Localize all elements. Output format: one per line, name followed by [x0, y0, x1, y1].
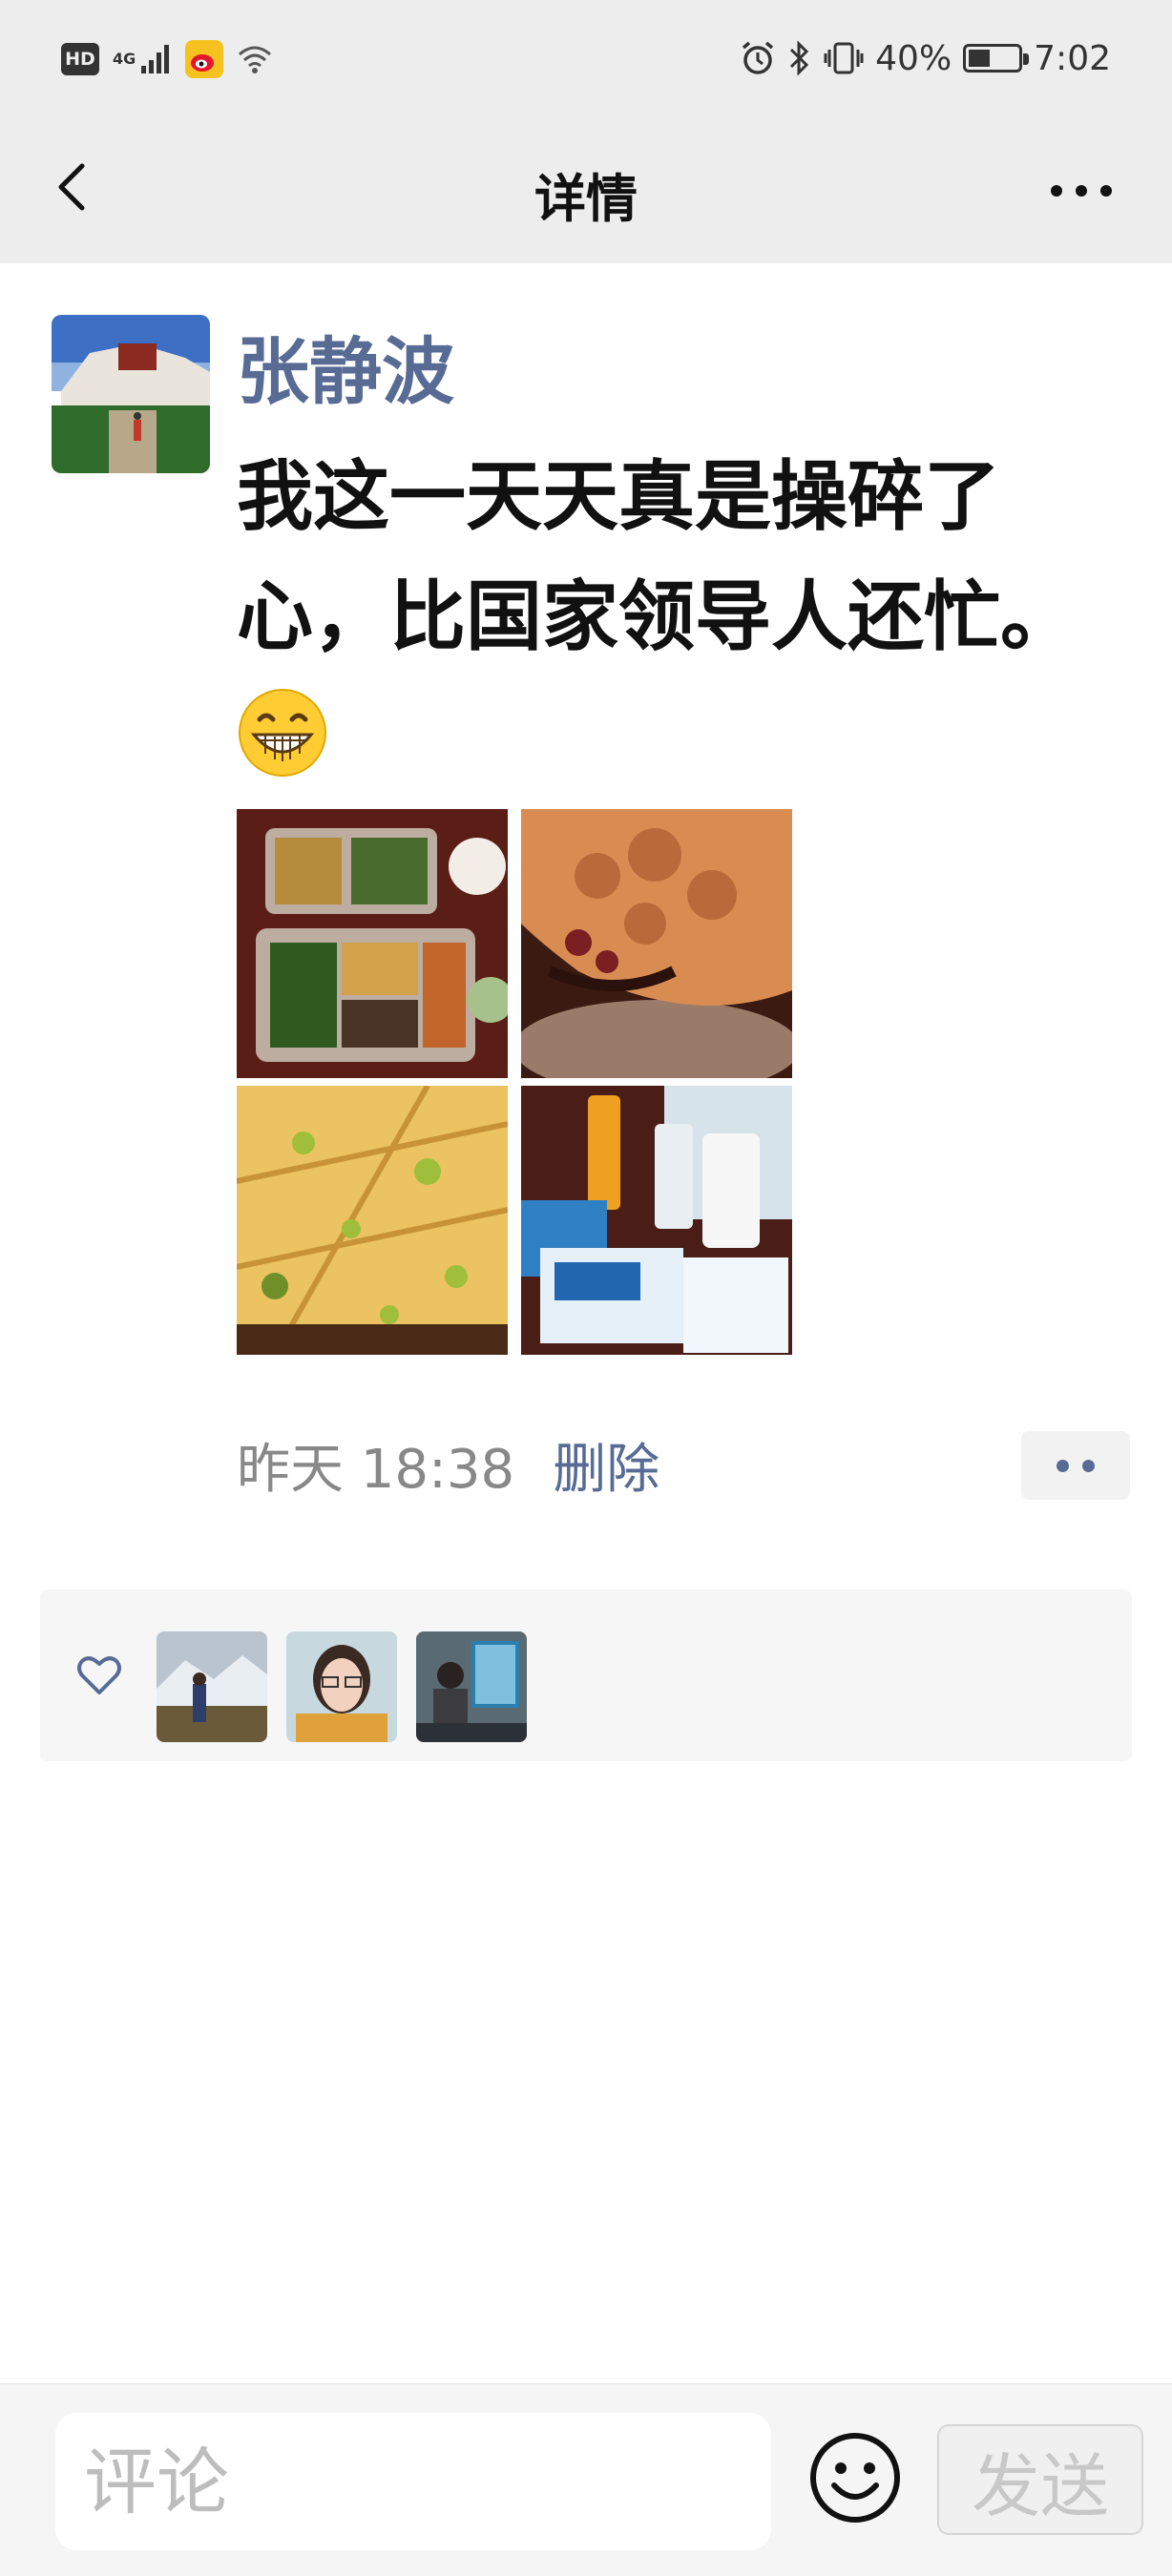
bluetooth-icon	[790, 40, 809, 76]
delete-button[interactable]: 删除	[553, 1426, 659, 1504]
clock: 7:02	[1034, 38, 1111, 78]
vibrate-icon	[824, 42, 864, 74]
status-right: 40% 7:02	[740, 34, 1111, 82]
alarm-icon	[743, 41, 774, 74]
action-dot	[1082, 1459, 1095, 1472]
post-timestamp: 昨天 18:38	[237, 1438, 515, 1501]
emoji-button[interactable]	[807, 2430, 903, 2525]
heart-icon	[77, 1656, 121, 1694]
photo-scallion-pancake[interactable]	[237, 1086, 508, 1355]
battery-percent: 40%	[875, 38, 952, 78]
battery-fill	[969, 50, 991, 67]
smiley-icon	[810, 2433, 900, 2523]
author-avatar[interactable]	[52, 315, 210, 473]
post-text: 我这一天天真是操碎了心，比国家领导人还忙。	[237, 437, 1124, 779]
liker-avatar-2[interactable]	[286, 1631, 397, 1742]
likes-panel	[40, 1589, 1132, 1761]
signal-icon: 4G	[113, 43, 172, 75]
comment-input[interactable]	[55, 2413, 771, 2550]
author-name[interactable]: 张静波	[237, 324, 454, 420]
photo-bento-meal[interactable]	[237, 809, 508, 1078]
nav-bar: 详情	[0, 114, 1172, 263]
post-text-body: 我这一天天真是操碎了心，比国家领导人还忙。	[237, 452, 1077, 661]
page-title: 详情	[534, 169, 638, 229]
more-dot	[1051, 185, 1062, 197]
status-bar: HD 4G 40% 7:02	[0, 0, 1172, 114]
post-actions-button[interactable]	[1021, 1431, 1130, 1500]
comment-bar: 发送	[0, 2383, 1172, 2576]
more-button[interactable]	[1038, 172, 1124, 210]
battery-icon	[963, 44, 1030, 73]
more-dot	[1076, 185, 1087, 197]
network-type: 4G	[113, 50, 136, 68]
photo-grid	[237, 809, 792, 1355]
post-meta-row: 昨天 18:38 删除	[237, 1431, 659, 1501]
grinning-face-icon	[239, 689, 326, 777]
action-dot	[1057, 1459, 1069, 1472]
more-dot	[1100, 185, 1112, 197]
photo-lotus-root-dish[interactable]	[521, 809, 792, 1078]
hd-badge: HD	[61, 43, 99, 75]
liker-avatar-1[interactable]	[157, 1631, 267, 1742]
weibo-icon	[185, 40, 224, 78]
send-button[interactable]: 发送	[937, 2424, 1143, 2535]
liker-avatar-3[interactable]	[416, 1631, 527, 1742]
wifi-icon	[239, 46, 272, 73]
photo-supplies-bottles[interactable]	[521, 1086, 792, 1355]
status-left: HD 4G	[61, 36, 273, 82]
